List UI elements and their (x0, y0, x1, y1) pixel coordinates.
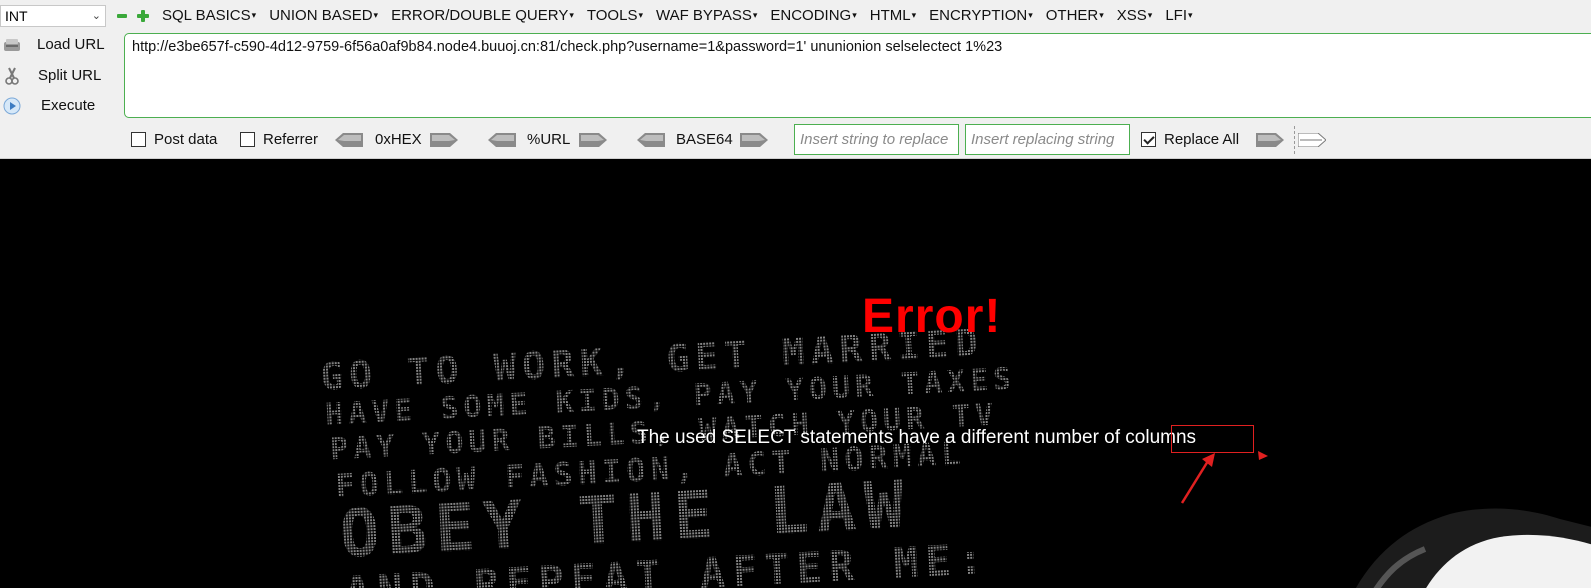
menu-html[interactable]: HTML (870, 7, 916, 24)
menu-bar: SQL BASICS UNION BASED ERROR/DOUBLE QUERY T… (162, 7, 1206, 24)
menu-union-based[interactable]: UNION BASED (269, 7, 378, 24)
hackbar-toolbar: INT ⌄ SQL BASICS UNION BASED ERROR/DOUBLE … (0, 0, 1591, 159)
url-input-value: http://e3be657f-c590-4d12-9759-6f56a0af9… (132, 39, 1003, 55)
replace-string-input[interactable]: Insert replacing string (965, 124, 1130, 155)
url-encode-label: %URL (527, 131, 571, 148)
separator (1294, 126, 1295, 154)
menu-xss[interactable]: XSS (1117, 7, 1153, 24)
menu-waf-bypass[interactable]: WAF BYPASS (656, 7, 757, 24)
load-url-icon (4, 39, 20, 51)
base64-decode-arrow-icon[interactable] (637, 133, 665, 147)
menu-sql-basics[interactable]: SQL BASICS (162, 7, 256, 24)
hex-decode-arrow-icon[interactable] (335, 133, 363, 147)
mask-image (1355, 508, 1591, 588)
execute-label: Execute (41, 97, 96, 114)
replace-right-arrow-icon[interactable] (1298, 133, 1326, 147)
url-input[interactable]: http://e3be657f-c590-4d12-9759-6f56a0af9… (124, 33, 1591, 118)
url-decode-arrow-icon[interactable] (488, 133, 516, 147)
play-icon (3, 97, 21, 115)
minus-icon[interactable] (117, 11, 127, 21)
injection-type-select[interactable]: INT ⌄ (0, 5, 106, 27)
options-row: Post data Referrer 0xHEX %URL BASE64 Ins… (0, 124, 1591, 156)
annotation-arrow-icon (1180, 451, 1268, 504)
menu-encryption[interactable]: ENCRYPTION (929, 7, 1033, 24)
replace-all-label: Replace All (1164, 131, 1240, 148)
menu-row: INT ⌄ SQL BASICS UNION BASED ERROR/DOUBLE … (0, 0, 1591, 33)
error-message-text: The used SELECT statements have a differ… (637, 427, 1126, 448)
error-message: The used SELECT statements have a differ… (637, 427, 1196, 449)
hex-label: 0xHEX (375, 131, 422, 148)
menu-other[interactable]: OTHER (1046, 7, 1104, 24)
url-encode-arrow-icon[interactable] (579, 133, 607, 147)
menu-error-double-query[interactable]: ERROR/DOUBLE QUERY (391, 7, 574, 24)
menu-encoding[interactable]: ENCODING (770, 7, 856, 24)
plus-icon[interactable] (137, 10, 149, 22)
load-url-button[interactable]: Load URL (0, 31, 118, 59)
background-poster-image: GO TO WORK, GET MARRIED HAVE SOME KIDS, … (320, 320, 1017, 588)
referrer-label: Referrer (263, 131, 319, 148)
find-string-placeholder: Insert string to replace (800, 131, 949, 148)
load-url-label: Load URL (37, 36, 105, 53)
error-title: Error! (862, 290, 1002, 343)
base64-encode-arrow-icon[interactable] (740, 133, 768, 147)
replace-string-placeholder: Insert replacing string (971, 131, 1115, 148)
menu-tools[interactable]: TOOLS (587, 7, 643, 24)
injection-type-value: INT (5, 8, 28, 24)
scissors-icon (5, 67, 19, 85)
split-url-button[interactable]: Split URL (0, 62, 118, 90)
replace-left-arrow-icon[interactable] (1256, 133, 1284, 147)
post-data-checkbox[interactable] (131, 132, 146, 147)
find-string-input[interactable]: Insert string to replace (794, 124, 959, 155)
replace-all-checkbox[interactable] (1141, 132, 1156, 147)
base64-label: BASE64 (676, 131, 733, 148)
execute-button[interactable]: Execute (0, 92, 118, 120)
page-content: GO TO WORK, GET MARRIED HAVE SOME KIDS, … (0, 159, 1591, 588)
referrer-checkbox[interactable] (240, 132, 255, 147)
post-data-label: Post data (154, 131, 218, 148)
split-url-label: Split URL (38, 67, 102, 84)
chevron-down-icon: ⌄ (91, 10, 101, 22)
hex-encode-arrow-icon[interactable] (430, 133, 458, 147)
menu-lfi[interactable]: LFI (1165, 7, 1192, 24)
